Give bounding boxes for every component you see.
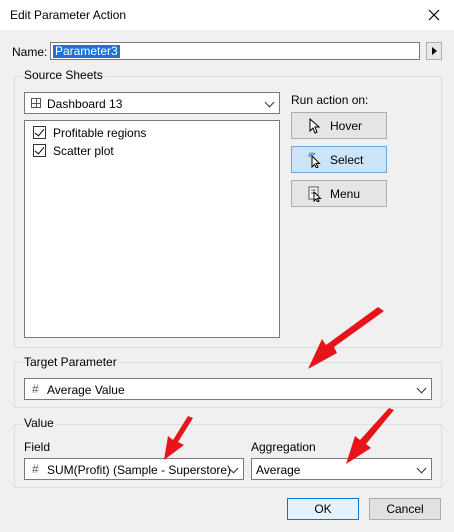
sheet-label: Profitable regions	[53, 126, 147, 140]
field-select[interactable]: # SUM(Profit) (Sample - Superstore)	[24, 458, 244, 480]
hash-icon: #	[32, 382, 39, 396]
cancel-button[interactable]: Cancel	[369, 498, 441, 520]
field-label: Field	[24, 440, 51, 454]
dialog-title: Edit Parameter Action	[10, 8, 127, 22]
target-parameter-label: Target Parameter	[22, 355, 119, 369]
chevron-down-icon	[416, 463, 427, 474]
ok-button[interactable]: OK	[287, 498, 359, 520]
dashboard-select[interactable]: Dashboard 13	[24, 92, 280, 114]
name-label: Name:	[12, 45, 48, 59]
annotation-arrow-target	[308, 307, 384, 369]
annotation-arrow-field	[164, 416, 193, 460]
aggregation-select-value: Average	[256, 463, 301, 477]
field-select-value: SUM(Profit) (Sample - Superstore)	[47, 463, 232, 477]
target-parameter-value: Average Value	[47, 383, 125, 397]
dashboard-grid-icon	[31, 98, 41, 108]
target-parameter-select[interactable]: # Average Value	[24, 378, 432, 400]
menu-button[interactable]: Menu	[291, 180, 387, 207]
hover-button[interactable]: Hover	[291, 112, 387, 139]
sheet-list: Profitable regions Scatter plot	[24, 120, 280, 338]
aggregation-label: Aggregation	[251, 440, 316, 454]
source-sheets-label: Source Sheets	[22, 68, 105, 82]
dashboard-select-value: Dashboard 13	[47, 97, 123, 111]
close-icon[interactable]	[424, 5, 444, 25]
name-input-value: Parameter3	[53, 44, 120, 58]
sheet-checkbox-profitable-regions[interactable]	[33, 126, 46, 139]
menu-icon	[308, 186, 322, 202]
sheet-checkbox-scatter-plot[interactable]	[33, 144, 46, 157]
run-action-label: Run action on:	[291, 93, 369, 107]
edit-parameter-action-dialog: Edit Parameter Action Name: Parameter3 S…	[0, 0, 454, 532]
hover-button-label: Hover	[330, 119, 363, 133]
pointer-icon	[309, 118, 321, 134]
menu-button-label: Menu	[330, 187, 361, 201]
select-click-icon	[308, 152, 321, 168]
annotation-arrow-aggregation	[346, 408, 394, 464]
chevron-down-icon	[416, 383, 427, 394]
hash-icon: #	[32, 462, 39, 476]
expand-menu-button[interactable]	[426, 42, 442, 60]
select-button[interactable]: Select	[291, 146, 387, 173]
select-button-label: Select	[330, 153, 364, 167]
chevron-down-icon	[264, 97, 275, 108]
title-bar: Edit Parameter Action	[0, 0, 454, 30]
sheet-label: Scatter plot	[53, 144, 114, 158]
value-group-label: Value	[22, 416, 56, 430]
name-input[interactable]: Parameter3	[50, 42, 420, 60]
